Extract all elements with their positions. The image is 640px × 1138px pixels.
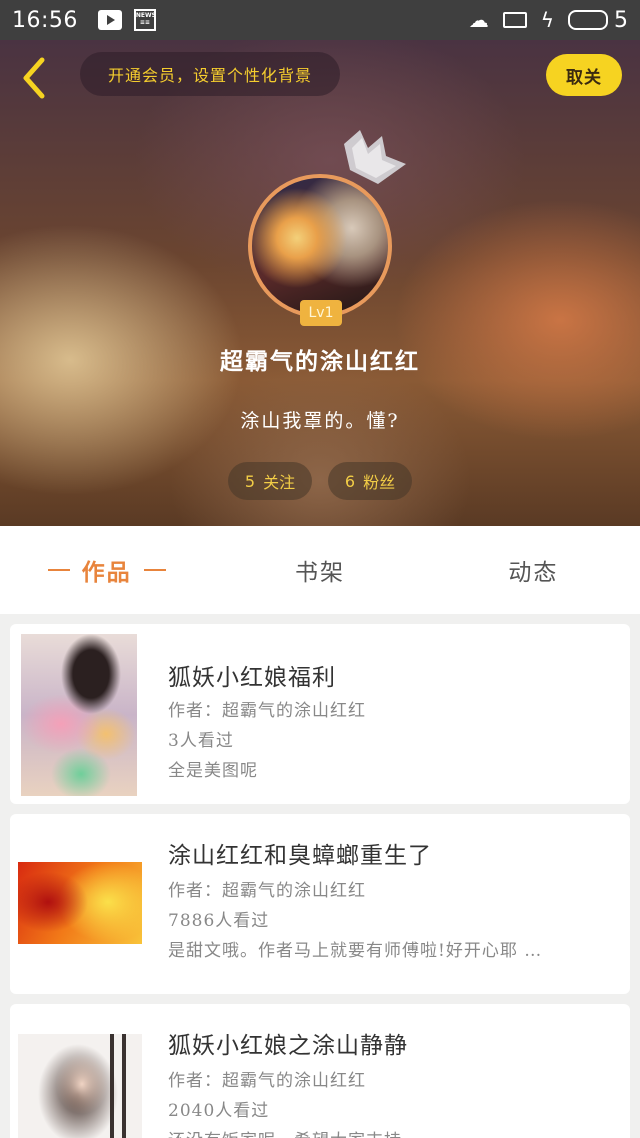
- tab-activity-label: 动态: [508, 560, 559, 586]
- play-icon: [97, 10, 122, 30]
- work-views: 3人看过: [168, 731, 234, 751]
- fans-count-button[interactable]: 6 粉丝: [328, 462, 412, 500]
- chevron-left-icon: [23, 57, 45, 99]
- following-count: 5: [244, 471, 256, 491]
- work-description: 全是美图呢: [168, 761, 258, 781]
- tab-activity[interactable]: 动态: [427, 526, 640, 614]
- battery-level: 5: [614, 7, 628, 33]
- tab-works-label: 作品: [81, 559, 132, 586]
- username: 超霸气的涂山红红: [220, 348, 420, 375]
- work-item[interactable]: 狐妖小红娘之涂山静静 作者：超霸气的涂山红红 2040人看过 还没有饭家呢，希望…: [10, 1004, 630, 1138]
- user-bio: 涂山我罩的。懂?: [240, 410, 400, 432]
- following-label: 关注: [263, 473, 296, 492]
- tab-indicator-left: [47, 569, 70, 571]
- work-cover-image: [18, 1034, 142, 1138]
- profile-header: 开通会员，设置个性化背景 取关 Lv1 超霸气的涂山红红 涂山我罩的。懂? 5 …: [0, 40, 640, 526]
- work-item[interactable]: 涂山红红和臭蟑螂重生了 作者：超霸气的涂山红红 7886人看过 是甜文哦。作者马…: [10, 814, 630, 994]
- charging-icon: ϟ: [540, 8, 554, 32]
- fans-label: 粉丝: [363, 473, 396, 492]
- work-author: 作者：超霸气的涂山红红: [168, 881, 366, 901]
- tablet-icon: [502, 12, 527, 28]
- work-description: 是甜文哦。作者马上就要有师傅啦!好开心耶 …: [168, 941, 543, 961]
- sleep-notification-icon: ☁: [468, 8, 489, 32]
- following-count-button[interactable]: 5 关注: [228, 462, 312, 500]
- status-time: 16:56: [12, 7, 78, 33]
- work-item[interactable]: 狐妖小红娘福利 作者：超霸气的涂山红红 3人看过 全是美图呢: [10, 624, 630, 804]
- work-title: 涂山红红和臭蟑螂重生了: [168, 843, 432, 869]
- status-icons: ☁ ϟ 5: [469, 8, 628, 33]
- tab-bookshelf[interactable]: 书架: [213, 526, 426, 614]
- work-cover-image: [21, 634, 137, 796]
- work-cover-image: [18, 862, 142, 944]
- level-badge: Lv1: [300, 300, 342, 326]
- work-title: 狐妖小红娘福利: [168, 665, 336, 691]
- profile-tabs: 作品 书架 动态: [0, 526, 640, 614]
- fans-count: 6: [344, 471, 356, 491]
- vip-background-button[interactable]: 开通会员，设置个性化背景: [80, 52, 340, 96]
- battery-icon: [568, 10, 608, 30]
- work-author: 作者：超霸气的涂山红红: [168, 701, 366, 721]
- tab-works[interactable]: 作品: [0, 526, 213, 614]
- tab-indicator-right: [143, 569, 166, 571]
- work-title: 狐妖小红娘之涂山静静: [168, 1033, 408, 1059]
- tab-bookshelf-label: 书架: [294, 560, 345, 586]
- work-author: 作者：超霸气的涂山红红: [168, 1071, 366, 1091]
- unfollow-button[interactable]: 取关: [546, 54, 622, 96]
- news-icon: NEWS ≡≡: [133, 9, 156, 31]
- crown-decoration-icon: [344, 130, 406, 184]
- back-button[interactable]: [16, 56, 52, 100]
- work-views: 7886人看过: [168, 911, 270, 931]
- work-views: 2040人看过: [168, 1101, 270, 1121]
- status-bar: 16:56 NEWS ≡≡ ☁ ϟ 5: [0, 0, 640, 40]
- work-description: 还没有饭家呢，希望大家支持: [168, 1126, 614, 1138]
